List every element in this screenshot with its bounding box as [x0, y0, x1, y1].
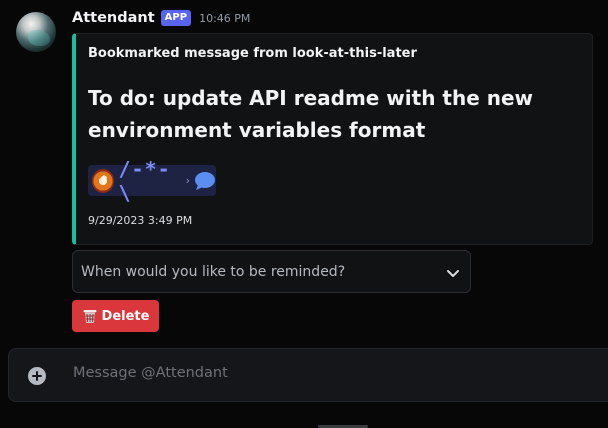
- embed-emoji-row: /-*-\ ›: [88, 157, 216, 205]
- embed-title: To do: update API readme with the new en…: [88, 86, 534, 142]
- reminder-select[interactable]: When would you like to be reminded?: [72, 250, 471, 293]
- embed-author: Bookmarked message from look-at-this-lat…: [88, 46, 417, 61]
- author-name[interactable]: Attendant: [72, 10, 155, 26]
- message-input[interactable]: [73, 365, 573, 381]
- emoji-chevron: ›: [185, 174, 190, 187]
- app-tag-badge: APP: [160, 10, 192, 26]
- speech-bubble-icon: [194, 171, 216, 191]
- plus-circle-icon[interactable]: [28, 367, 46, 385]
- delete-button[interactable]: Delete: [72, 300, 159, 332]
- embed-footer-date: 9/29/2023 3:49 PM: [88, 214, 193, 227]
- message-timestamp: 10:46 PM: [199, 11, 251, 25]
- reminder-select-placeholder: When would you like to be reminded?: [81, 263, 346, 280]
- message-header: Attendant APP 10:46 PM: [72, 10, 250, 26]
- bookmark-embed: Bookmarked message from look-at-this-lat…: [72, 33, 593, 245]
- emoji-text: /-*-\: [118, 156, 171, 205]
- server-badge-icon: [92, 168, 115, 193]
- delete-button-label: Delete: [101, 308, 150, 324]
- bot-avatar[interactable]: [16, 12, 56, 52]
- message-composer: [8, 348, 608, 402]
- chevron-down-icon: [446, 265, 460, 279]
- wastebasket-icon: [82, 308, 98, 324]
